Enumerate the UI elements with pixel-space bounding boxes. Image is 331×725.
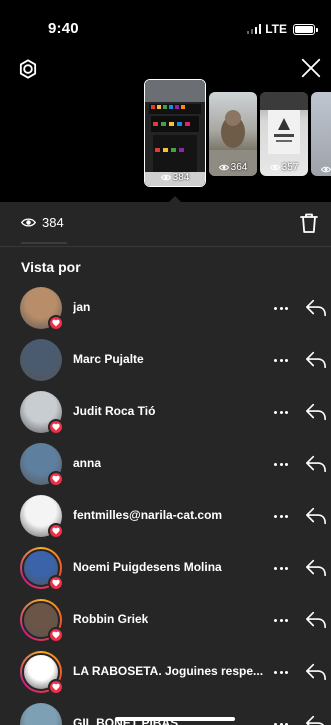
avatar[interactable]: [20, 651, 64, 695]
eye-icon: [218, 164, 229, 171]
eye-icon: [21, 218, 36, 227]
tab-underline: [21, 242, 67, 244]
signal-icon: [246, 24, 262, 34]
more-icon[interactable]: [274, 355, 292, 365]
heart-icon: [48, 627, 64, 643]
views-header: 384: [0, 202, 331, 246]
heart-icon: [48, 471, 64, 487]
story-strip: 384 364 357: [0, 44, 331, 203]
viewer-row[interactable]: Marc Pujalte: [0, 334, 331, 386]
reply-icon[interactable]: [305, 350, 327, 370]
viewer-row[interactable]: jan: [0, 282, 331, 334]
viewer-row[interactable]: Noemi Puigdesens Molina: [0, 542, 331, 594]
eye-icon: [269, 164, 280, 171]
close-icon[interactable]: [300, 57, 322, 79]
reply-icon[interactable]: [305, 714, 327, 725]
heart-icon: [48, 575, 64, 591]
viewer-row[interactable]: anna: [0, 438, 331, 490]
story-thumbnail-4[interactable]: [311, 92, 331, 176]
reply-icon[interactable]: [305, 454, 327, 474]
viewer-name[interactable]: fentmilles@narila-cat.com: [73, 508, 222, 522]
story-view-count: 364: [209, 162, 257, 173]
settings-icon[interactable]: [17, 58, 39, 80]
story-thumbnail-3[interactable]: 357: [260, 92, 308, 176]
viewer-name[interactable]: anna: [73, 456, 101, 470]
story-view-count: 384: [145, 172, 205, 183]
avatar[interactable]: [20, 703, 62, 725]
story-thumbnail-2[interactable]: 364: [209, 92, 257, 176]
reply-icon[interactable]: [305, 662, 327, 682]
viewer-row[interactable]: Robbin Griek: [0, 594, 331, 646]
divider: [0, 246, 331, 247]
home-indicator[interactable]: [115, 717, 235, 721]
heart-icon: [48, 523, 64, 539]
trash-icon[interactable]: [299, 212, 319, 234]
avatar[interactable]: [20, 495, 64, 539]
viewer-name[interactable]: Robbin Griek: [73, 612, 148, 626]
status-indicators: LTE: [246, 22, 318, 36]
avatar[interactable]: [20, 287, 64, 331]
story-image: [145, 80, 205, 186]
reply-icon[interactable]: [305, 558, 327, 578]
reply-icon[interactable]: [305, 298, 327, 318]
more-icon[interactable]: [274, 407, 292, 417]
more-icon[interactable]: [274, 615, 292, 625]
viewer-name[interactable]: jan: [73, 300, 90, 314]
heart-icon: [48, 419, 64, 435]
heart-icon: [48, 315, 64, 331]
more-icon[interactable]: [274, 511, 292, 521]
viewer-name[interactable]: Noemi Puigdesens Molina: [73, 560, 222, 574]
reply-icon[interactable]: [305, 402, 327, 422]
views-tab[interactable]: 384: [21, 215, 64, 230]
more-icon[interactable]: [274, 719, 292, 725]
avatar[interactable]: [20, 391, 64, 435]
more-icon[interactable]: [274, 667, 292, 677]
avatar[interactable]: [20, 547, 64, 591]
views-count: 384: [42, 215, 64, 230]
avatar-image: [20, 703, 62, 725]
eye-icon: [321, 166, 331, 173]
more-icon[interactable]: [274, 563, 292, 573]
eye-icon: [160, 174, 171, 181]
story-view-count: [311, 166, 331, 173]
avatar[interactable]: [20, 339, 62, 381]
viewer-row[interactable]: LA RABOSETA. Joguines respe...: [0, 646, 331, 698]
reply-icon[interactable]: [305, 610, 327, 630]
avatar[interactable]: [20, 443, 64, 487]
viewer-name[interactable]: Marc Pujalte: [73, 352, 144, 366]
viewers-sheet: 384 Vista por jan Marc Pujalte Judit Roca …: [0, 202, 331, 725]
more-icon[interactable]: [274, 459, 292, 469]
more-icon[interactable]: [274, 303, 292, 313]
status-time: 9:40: [48, 20, 79, 37]
status-bar: 9:40 LTE: [0, 0, 331, 44]
viewer-name[interactable]: LA RABOSETA. Joguines respe...: [73, 664, 263, 678]
avatar-image: [20, 339, 62, 381]
viewer-row[interactable]: Judit Roca Tió: [0, 386, 331, 438]
viewer-list: jan Marc Pujalte Judit Roca Tió anna fentmil…: [0, 282, 331, 725]
section-title: Vista por: [21, 259, 81, 275]
reply-icon[interactable]: [305, 506, 327, 526]
avatar[interactable]: [20, 599, 64, 643]
network-label: LTE: [265, 22, 287, 36]
battery-icon: [293, 23, 318, 35]
viewer-name[interactable]: Judit Roca Tió: [73, 404, 155, 418]
heart-icon: [48, 679, 64, 695]
story-thumbnail-1[interactable]: 384: [144, 79, 206, 187]
viewer-row[interactable]: fentmilles@narila-cat.com: [0, 490, 331, 542]
story-view-count: 357: [260, 162, 308, 173]
